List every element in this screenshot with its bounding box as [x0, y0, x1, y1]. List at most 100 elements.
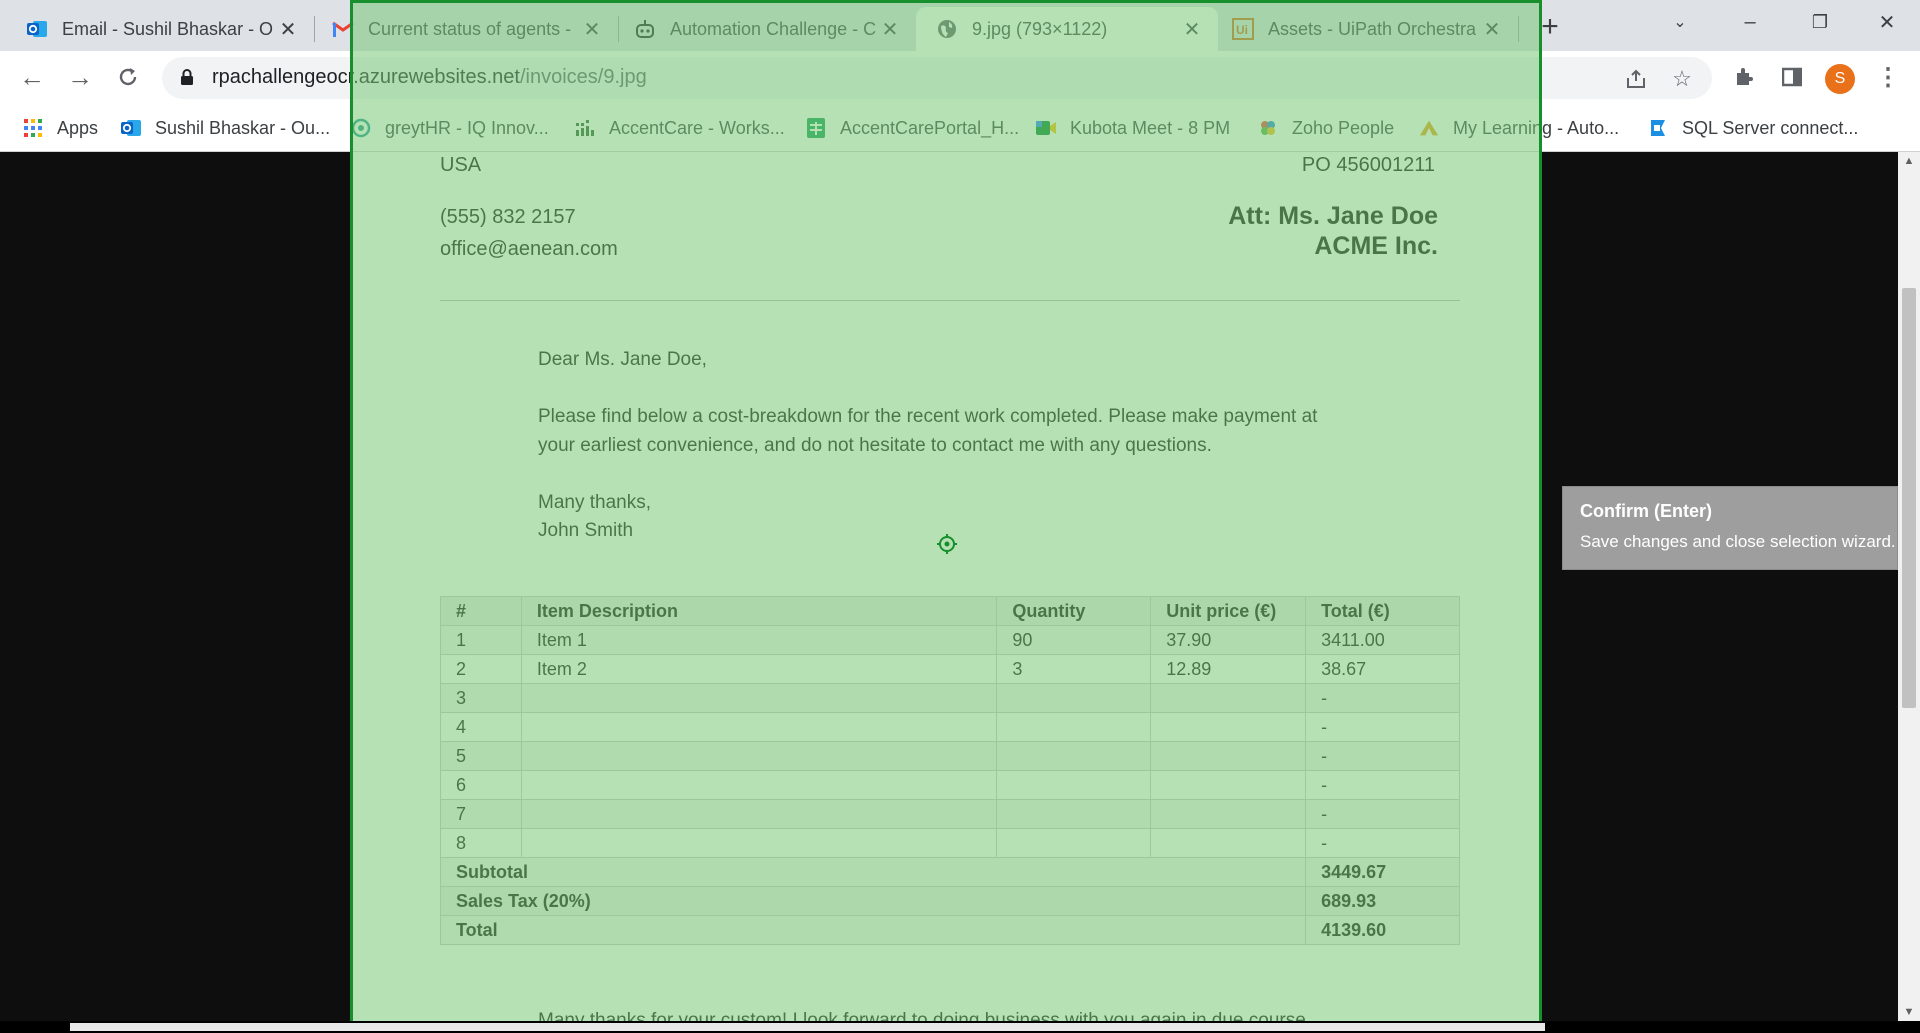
profile-avatar[interactable]: S: [1825, 64, 1855, 94]
page-viewport: USA PO 456001211 (555) 832 2157 office@a…: [0, 152, 1920, 1021]
tax-label: Sales Tax (20%): [439, 886, 1307, 916]
url-path: /invoices/9.jpg: [519, 66, 647, 88]
tab-assets-uipath[interactable]: Ui Assets - UiPath Orchestra ✕: [1218, 7, 1518, 51]
column-header: Total (€): [1305, 596, 1460, 626]
new-tab-button[interactable]: +: [1533, 10, 1567, 44]
bookmarks-bar: Apps Sushil Bhaskar - Ou... greytHR - IQ…: [0, 105, 1920, 152]
close-icon[interactable]: ✕: [580, 17, 604, 41]
bookmark-label: greytHR - IQ Innov...: [385, 117, 549, 138]
close-icon[interactable]: ✕: [1480, 17, 1504, 41]
bookmark-accentcare[interactable]: AccentCare - Works...: [574, 114, 785, 142]
extensions-icon[interactable]: [1728, 61, 1760, 93]
invoice-footer-note: Many thanks for your custom! I look forw…: [538, 1010, 1312, 1021]
bookmark-label: AccentCare - Works...: [609, 117, 785, 138]
table-cell: -: [1305, 741, 1460, 771]
restore-button[interactable]: ❐: [1788, 0, 1852, 44]
scrollbar-thumb[interactable]: [1902, 288, 1916, 708]
table-cell: -: [1305, 712, 1460, 742]
letter-greeting: Dear Ms. Jane Doe,: [538, 349, 707, 370]
horizontal-scrollbar[interactable]: [70, 1023, 1545, 1031]
invoice-company: ACME Inc.: [1314, 232, 1438, 260]
column-header: Item Description: [520, 596, 998, 626]
zoho-icon: [1257, 117, 1279, 139]
close-icon[interactable]: ✕: [878, 17, 902, 41]
reload-button[interactable]: [110, 59, 146, 95]
table-header-row: # Item Description Quantity Unit price (…: [440, 596, 1460, 626]
table-row: 5-: [440, 741, 1460, 771]
table-cell: 37.90: [1150, 625, 1307, 655]
tab-agents[interactable]: Current status of agents - ✕: [314, 7, 618, 51]
reload-icon: [119, 68, 137, 86]
table-row: 7-: [440, 799, 1460, 829]
minimize-button[interactable]: –: [1718, 0, 1782, 44]
vertical-scrollbar[interactable]: ▲ ▼: [1898, 152, 1920, 1021]
subtotal-label: Subtotal: [439, 857, 1307, 887]
share-icon[interactable]: [1622, 65, 1650, 93]
bookmark-label: Sushil Bhaskar - Ou...: [155, 117, 331, 138]
bookmark-label: AccentCarePortal_H...: [840, 117, 1020, 138]
tab-title: Current status of agents -: [368, 18, 572, 39]
bookmark-label: Kubota Meet - 8 PM: [1070, 117, 1231, 138]
tab-invoice-image[interactable]: 9.jpg (793×1122) ✕: [916, 7, 1218, 51]
bookmark-sql-server[interactable]: SQL Server connect...: [1647, 114, 1858, 142]
bookmark-zoho-people[interactable]: Zoho People: [1257, 114, 1394, 142]
tab-search-chevron-icon[interactable]: ⌄: [1648, 0, 1712, 44]
address-bar[interactable]: rpachallengeocr.azurewebsites.net/invoic…: [162, 57, 1712, 99]
scroll-up-icon[interactable]: ▲: [1898, 152, 1920, 170]
url-domain: rpachallengeocr.azurewebsites.net: [212, 66, 520, 88]
invoice-items-table: # Item Description Quantity Unit price (…: [439, 596, 1460, 945]
bookmark-greythr[interactable]: greytHR - IQ Innov...: [350, 114, 549, 142]
confirm-tooltip[interactable]: Confirm (Enter) Save changes and close s…: [1562, 486, 1898, 570]
table-row: 8-: [440, 828, 1460, 858]
table-row: 2 Item 2 3 12.89 38.67: [440, 654, 1460, 684]
back-button[interactable]: ←: [14, 59, 50, 95]
menu-kebab-icon[interactable]: ⋮: [1872, 61, 1904, 93]
letter-body-line-1: Please find below a cost-breakdown for t…: [538, 406, 1318, 427]
table-cell: [1150, 828, 1307, 858]
robot-icon: [634, 18, 656, 40]
scroll-down-icon[interactable]: ▼: [1898, 1003, 1920, 1021]
close-icon[interactable]: ✕: [276, 17, 300, 41]
bookmark-outlook[interactable]: Sushil Bhaskar - Ou...: [120, 114, 330, 142]
tab-title: Assets - UiPath Orchestra: [1268, 18, 1477, 39]
invoice-attention: Att: Ms. Jane Doe: [1228, 202, 1438, 230]
table-cell: [996, 828, 1152, 858]
tab-automation-challenge[interactable]: Automation Challenge - C ✕: [618, 7, 916, 51]
bookmark-my-learning[interactable]: My Learning - Auto...: [1418, 114, 1619, 142]
forward-button[interactable]: →: [62, 59, 98, 95]
tab-email[interactable]: Email - Sushil Bhaskar - O ✕: [0, 7, 314, 51]
bookmark-accentcareportal[interactable]: AccentCarePortal_H...: [805, 114, 1019, 142]
sqlserver-icon: [1647, 117, 1669, 139]
table-cell: [1150, 741, 1307, 771]
letter-body-line-2: your earliest convenience, and do not he…: [538, 435, 1212, 456]
invoice-phone: (555) 832 2157: [440, 206, 576, 228]
table-cell: [520, 799, 998, 829]
invoice-po-number: PO 456001211: [1301, 154, 1435, 176]
bookmark-kubota-meet[interactable]: Kubota Meet - 8 PM: [1035, 114, 1230, 142]
tab-strip: Email - Sushil Bhaskar - O ✕ Current sta…: [0, 0, 1920, 51]
table-row: 6-: [440, 770, 1460, 800]
side-panel-icon[interactable]: [1776, 61, 1808, 93]
close-window-button[interactable]: ✕: [1855, 0, 1919, 44]
tooltip-title: Confirm (Enter): [1580, 501, 1712, 521]
total-row: Total 4139.60: [439, 915, 1460, 945]
tax-value: 689.93: [1305, 886, 1460, 916]
bookmark-label: My Learning - Auto...: [1453, 117, 1620, 138]
bookmark-star-icon[interactable]: ☆: [1668, 65, 1696, 93]
table-cell: -: [1305, 828, 1460, 858]
close-icon[interactable]: ✕: [1180, 17, 1204, 41]
table-cell: [996, 799, 1152, 829]
table-cell: [1150, 799, 1307, 829]
column-header: #: [440, 596, 522, 626]
subtotal-row: Subtotal 3449.67: [439, 857, 1460, 887]
table-row: 1 Item 1 90 37.90 3411.00: [440, 625, 1460, 655]
header-divider: [440, 300, 1460, 301]
bookmark-apps[interactable]: Apps: [22, 114, 98, 142]
table-cell: [996, 683, 1152, 713]
table-cell: 6: [440, 770, 522, 800]
table-row: 4-: [440, 712, 1460, 742]
table-cell: 2: [440, 654, 522, 684]
table-cell: 3411.00: [1305, 625, 1460, 655]
greythr-icon: [350, 117, 372, 139]
subtotal-value: 3449.67: [1305, 857, 1460, 887]
